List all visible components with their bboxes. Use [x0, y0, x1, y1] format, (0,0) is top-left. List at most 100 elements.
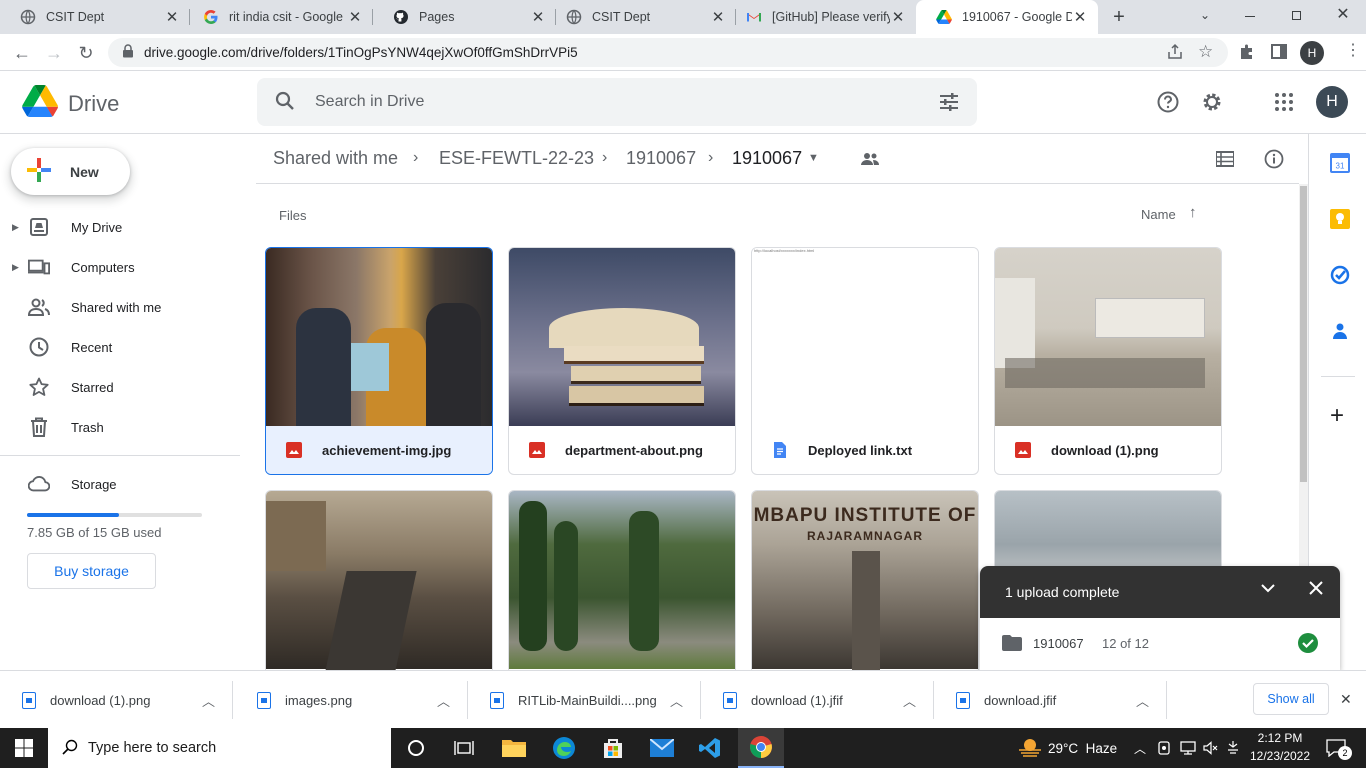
settings-gear-icon[interactable]: [1198, 88, 1226, 116]
side-panel-icon[interactable]: [1271, 44, 1287, 59]
tab-search-chevron-icon[interactable]: ⌄: [1195, 5, 1215, 25]
windows-start-icon[interactable]: [0, 728, 48, 768]
app-title[interactable]: Drive: [68, 91, 119, 117]
reload-button[interactable]: ↻: [73, 40, 99, 66]
sidebar-item-storage[interactable]: Storage: [0, 468, 240, 500]
browser-tab[interactable]: [GitHub] Please verify ✕: [726, 0, 916, 34]
network-icon[interactable]: [1178, 728, 1198, 768]
expand-caret-icon[interactable]: ▶: [12, 222, 19, 233]
close-tab-icon[interactable]: ✕: [890, 8, 906, 26]
search-input[interactable]: Search in Drive: [315, 93, 424, 111]
bookmark-star-icon[interactable]: ☆: [1198, 42, 1213, 62]
url-text[interactable]: drive.google.com/drive/folders/1TinOgPsY…: [144, 45, 578, 60]
show-all-button[interactable]: Show all: [1253, 683, 1329, 715]
folder-menu-caret-icon[interactable]: ▼: [808, 152, 819, 164]
chevron-up-icon[interactable]: ︿: [202, 691, 215, 710]
collapse-chevron-icon[interactable]: [1260, 580, 1276, 599]
close-upload-panel-icon[interactable]: [1308, 580, 1324, 599]
close-download-shelf-icon[interactable]: ✕: [1340, 691, 1352, 708]
vscode-icon[interactable]: [692, 728, 728, 768]
close-tab-icon[interactable]: ✕: [530, 8, 546, 26]
file-card[interactable]: department-about.png: [508, 247, 736, 475]
tray-device-icon[interactable]: [1154, 728, 1174, 768]
buy-storage-button[interactable]: Buy storage: [27, 553, 156, 589]
close-window-button[interactable]: ✕: [1333, 5, 1353, 25]
download-item[interactable]: download.jfif ︿: [934, 671, 1167, 729]
mail-icon[interactable]: [644, 728, 680, 768]
new-button[interactable]: New: [11, 148, 130, 195]
chevron-up-icon[interactable]: ︿: [670, 691, 683, 710]
download-item[interactable]: download (1).jfif ︿: [701, 671, 934, 729]
download-file-name[interactable]: download (1).png: [50, 693, 150, 708]
browser-tab[interactable]: CSIT Dept ✕: [546, 0, 736, 34]
sort-ascending-arrow-icon[interactable]: ↑: [1189, 204, 1197, 221]
weather-haze-icon[interactable]: [1014, 728, 1046, 768]
upload-folder-name[interactable]: 1910067: [1033, 636, 1084, 651]
forward-button[interactable]: →: [41, 40, 67, 66]
volume-muted-icon[interactable]: [1201, 728, 1221, 768]
weather-text[interactable]: 29°C Haze: [1048, 728, 1123, 768]
task-view-icon[interactable]: [448, 728, 480, 768]
browser-tab[interactable]: Pages ✕: [373, 0, 556, 34]
info-icon[interactable]: [1264, 149, 1284, 172]
taskbar-search-box[interactable]: Type here to search: [48, 728, 391, 768]
omnibox[interactable]: drive.google.com/drive/folders/1TinOgPsY…: [108, 38, 1228, 67]
contacts-icon[interactable]: [1330, 321, 1350, 344]
drive-logo-icon[interactable]: [22, 85, 58, 120]
breadcrumb-item[interactable]: ESE-FEWTL-22-23: [439, 148, 594, 169]
download-file-name[interactable]: images.png: [285, 693, 352, 708]
close-tab-icon[interactable]: ✕: [164, 8, 180, 26]
list-view-icon[interactable]: [1215, 151, 1235, 170]
notification-center-icon[interactable]: 2: [1322, 728, 1352, 768]
apps-grid-icon[interactable]: [1270, 88, 1298, 116]
share-icon[interactable]: [1166, 43, 1184, 64]
breadcrumb-item[interactable]: Shared with me: [273, 148, 398, 169]
input-method-icon[interactable]: [1224, 728, 1242, 768]
profile-avatar[interactable]: H: [1300, 41, 1324, 65]
search-options-icon[interactable]: [939, 93, 959, 114]
new-tab-button[interactable]: +: [1108, 6, 1130, 28]
help-icon[interactable]: [1154, 88, 1182, 116]
shared-folder-people-icon[interactable]: [861, 152, 879, 169]
tray-chevron-up-icon[interactable]: ︿: [1130, 728, 1150, 768]
download-item[interactable]: RITLib-MainBuildi....png ︿: [468, 671, 701, 729]
download-file-name[interactable]: download (1).jfif: [751, 693, 843, 708]
microsoft-store-icon[interactable]: [595, 728, 631, 768]
close-tab-icon[interactable]: ✕: [1072, 8, 1088, 26]
file-card[interactable]: [508, 490, 736, 670]
download-file-name[interactable]: download.jfif: [984, 693, 1056, 708]
sidebar-item-my-drive[interactable]: ▶ My Drive: [0, 211, 240, 243]
browser-tab[interactable]: CSIT Dept ✕: [0, 0, 190, 34]
close-tab-icon[interactable]: ✕: [347, 8, 363, 26]
tasks-icon[interactable]: [1330, 265, 1350, 288]
download-item[interactable]: download (1).png ︿: [0, 671, 233, 729]
clock-date[interactable]: 12/23/2022: [1246, 749, 1314, 763]
add-addon-plus-icon[interactable]: +: [1330, 404, 1344, 428]
drive-search-bar[interactable]: Search in Drive: [257, 78, 977, 126]
file-card[interactable]: [265, 490, 493, 670]
cortana-icon[interactable]: [400, 728, 432, 768]
file-card[interactable]: download (1).png: [994, 247, 1222, 475]
file-card[interactable]: http://localhost/xxxxxxx/index.html Depl…: [751, 247, 979, 475]
download-item[interactable]: images.png ︿: [235, 671, 468, 729]
file-card[interactable]: achievement-img.jpg: [265, 247, 493, 475]
clock-time[interactable]: 2:12 PM: [1246, 731, 1314, 745]
browser-tab-active[interactable]: 1910067 - Google Dri ✕: [916, 0, 1098, 34]
sidebar-item-recent[interactable]: Recent: [0, 331, 240, 363]
restore-button[interactable]: [1287, 8, 1307, 24]
sidebar-item-starred[interactable]: Starred: [0, 371, 240, 403]
back-button[interactable]: ←: [9, 40, 35, 66]
chrome-taskbar-icon[interactable]: [738, 728, 784, 768]
chevron-up-icon[interactable]: ︿: [437, 691, 450, 710]
calendar-icon[interactable]: 31: [1330, 153, 1350, 176]
search-icon[interactable]: [275, 91, 295, 114]
extensions-icon[interactable]: [1238, 43, 1256, 64]
minimize-button[interactable]: [1240, 8, 1260, 24]
chevron-up-icon[interactable]: ︿: [903, 691, 916, 710]
browser-tab[interactable]: rit india csit - Google S ✕: [183, 0, 373, 34]
taskbar-search-input[interactable]: Type here to search: [88, 740, 216, 756]
breadcrumb-current[interactable]: 1910067: [732, 148, 802, 169]
breadcrumb-item[interactable]: 1910067: [626, 148, 696, 169]
edge-icon[interactable]: [546, 728, 582, 768]
close-tab-icon[interactable]: ✕: [710, 8, 726, 26]
